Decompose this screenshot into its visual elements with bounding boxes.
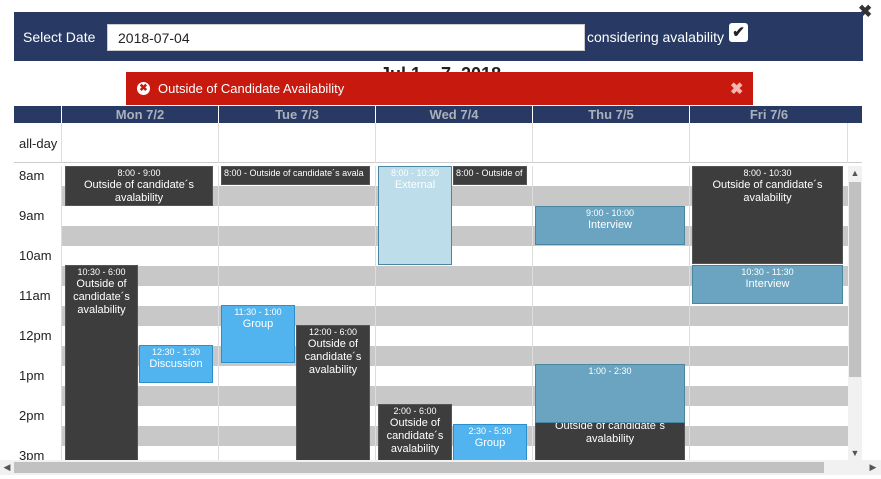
alert-close-icon[interactable]: ✖ [730, 79, 743, 99]
calendar-event[interactable]: 8:00 - Outside of [453, 166, 527, 185]
vertical-scrollbar[interactable]: ▲ ▼ [848, 166, 862, 460]
availability-alert: ✖ Outside of Candidate Availability ✖ [126, 72, 753, 105]
event-time: 8:00 - 9:00 [117, 168, 161, 178]
scrollbar-thumb[interactable] [849, 182, 861, 377]
day-header-tue[interactable]: Tue 7/3 [218, 106, 375, 123]
grid-divider [375, 166, 376, 460]
time-label: 12pm [19, 328, 52, 343]
event-time: 12:30 - 1:30 [151, 347, 201, 357]
calendar-event[interactable]: 2:30 - 5:30 Group [453, 424, 527, 460]
day-header-mon[interactable]: Mon 7/2 [61, 106, 218, 123]
horizontal-scrollbar[interactable]: ◀ ▶ [0, 460, 881, 475]
day-header-thu[interactable]: Thu 7/5 [532, 106, 689, 123]
event-time: 8:00 - Outside of [456, 168, 523, 178]
calendar-event[interactable]: 12:30 - 1:30 Discussion [139, 345, 213, 383]
scroll-right-icon[interactable]: ▶ [866, 460, 880, 475]
considering-availability-checkbox[interactable]: ✔ [729, 23, 748, 42]
calendar-event[interactable]: 11:30 - 1:00 Group [221, 305, 295, 363]
calendar-event[interactable]: 9:00 - 10:00 Interview [535, 206, 685, 245]
scroll-left-icon[interactable]: ◀ [0, 460, 14, 475]
event-title: Discussion [149, 358, 203, 370]
event-title: Outside of candidate´s avalability [554, 420, 666, 445]
day-header-fri[interactable]: Fri 7/6 [689, 106, 848, 123]
calendar-event[interactable]: 8:00 - Outside of candidate´s avala [221, 166, 370, 185]
all-day-cell-fri[interactable] [689, 123, 848, 163]
event-time: 11:30 - 1:00 [234, 307, 282, 317]
calendar-event[interactable]: 10:30 - 6:00 Outside of candidate´s aval… [65, 265, 138, 460]
alert-error-icon: ✖ [137, 82, 150, 95]
time-label: 8am [19, 168, 45, 183]
all-day-row: all-day [14, 123, 862, 163]
event-time: 10:30 - 11:30 [741, 267, 794, 277]
time-label: 9am [19, 208, 45, 223]
toolbar: Select Date 2018-07-04 considering avala… [14, 12, 863, 61]
considering-availability-label: considering avalability [587, 29, 724, 45]
event-title: Outside of candidate´s avalability [386, 417, 444, 455]
day-header-wed[interactable]: Wed 7/4 [375, 106, 532, 123]
grid-divider [61, 166, 62, 460]
calendar-event[interactable]: 2:00 - 6:00 Outside of candidate´s avala… [378, 404, 452, 460]
alert-message: Outside of Candidate Availability [158, 81, 345, 96]
event-time: 1:00 - 2:30 [588, 366, 632, 376]
time-grid[interactable]: 8am 9am 10am 11am 12pm 1pm 2pm 3pm 8:00 … [14, 166, 848, 460]
event-title: Outside of candidate´s avalability [83, 179, 195, 204]
event-title: Outside of candidate´s avalability [712, 179, 823, 204]
calendar-event[interactable]: Outside of candidate´s avalability [535, 418, 685, 460]
time-label: 2pm [19, 408, 45, 423]
scrollbar-thumb[interactable] [14, 462, 824, 473]
event-title: Group [242, 318, 274, 330]
calendar-event[interactable]: 1:00 - 2:30 [535, 364, 685, 423]
event-title: Outside of candidate´s avalability [73, 278, 130, 316]
grid-divider [689, 166, 690, 460]
all-day-label: all-day [19, 136, 58, 151]
calendar-event[interactable]: 12:00 - 6:00 Outside of candidate´s aval… [296, 325, 370, 460]
select-date-label: Select Date [23, 29, 96, 45]
all-day-cell-mon[interactable] [61, 123, 218, 163]
slot-stripe [62, 306, 848, 326]
event-title: Interview [745, 278, 790, 290]
time-label: 1pm [19, 368, 45, 383]
grid-divider [218, 166, 219, 460]
event-time: 8:00 - 10:30 [390, 168, 440, 178]
event-time: 9:00 - 10:00 [585, 208, 635, 218]
event-title: Interview [587, 219, 633, 231]
time-label: 11am [19, 288, 51, 303]
time-label: 10am [19, 248, 52, 263]
calendar-event[interactable]: 8:00 - 10:30 Outside of candidate´s aval… [692, 166, 843, 264]
event-time: 12:00 - 6:00 [308, 327, 358, 337]
event-title: Outside of candidate´s avalability [304, 338, 362, 376]
event-time: 8:00 - 10:30 [743, 168, 792, 178]
calendar-event[interactable]: 8:00 - 9:00 Outside of candidate´s avala… [65, 166, 213, 206]
grid-divider [532, 166, 533, 460]
date-input[interactable]: 2018-07-04 [107, 24, 585, 51]
event-time: 10:30 - 6:00 [77, 267, 126, 277]
day-header-row: Mon 7/2 Tue 7/3 Wed 7/4 Thu 7/5 Fri 7/6 [14, 106, 862, 123]
time-label: 3pm [19, 448, 45, 460]
scroll-up-icon[interactable]: ▲ [848, 166, 862, 180]
event-title: External [394, 179, 436, 191]
event-time: 2:30 - 5:30 [468, 426, 512, 436]
calendar-event[interactable]: 10:30 - 11:30 Interview [692, 265, 843, 304]
event-time: 8:00 - Outside of candidate´s avala [224, 168, 364, 178]
scroll-down-icon[interactable]: ▼ [848, 446, 862, 460]
event-title: Group [474, 437, 506, 449]
slot-stripe [62, 386, 848, 406]
all-day-cell-wed[interactable] [375, 123, 532, 163]
calendar-event[interactable]: 8:00 - 10:30 External [378, 166, 452, 265]
event-time: 2:00 - 6:00 [393, 406, 437, 416]
all-day-cell-tue[interactable] [218, 123, 375, 163]
all-day-cell-thu[interactable] [532, 123, 689, 163]
